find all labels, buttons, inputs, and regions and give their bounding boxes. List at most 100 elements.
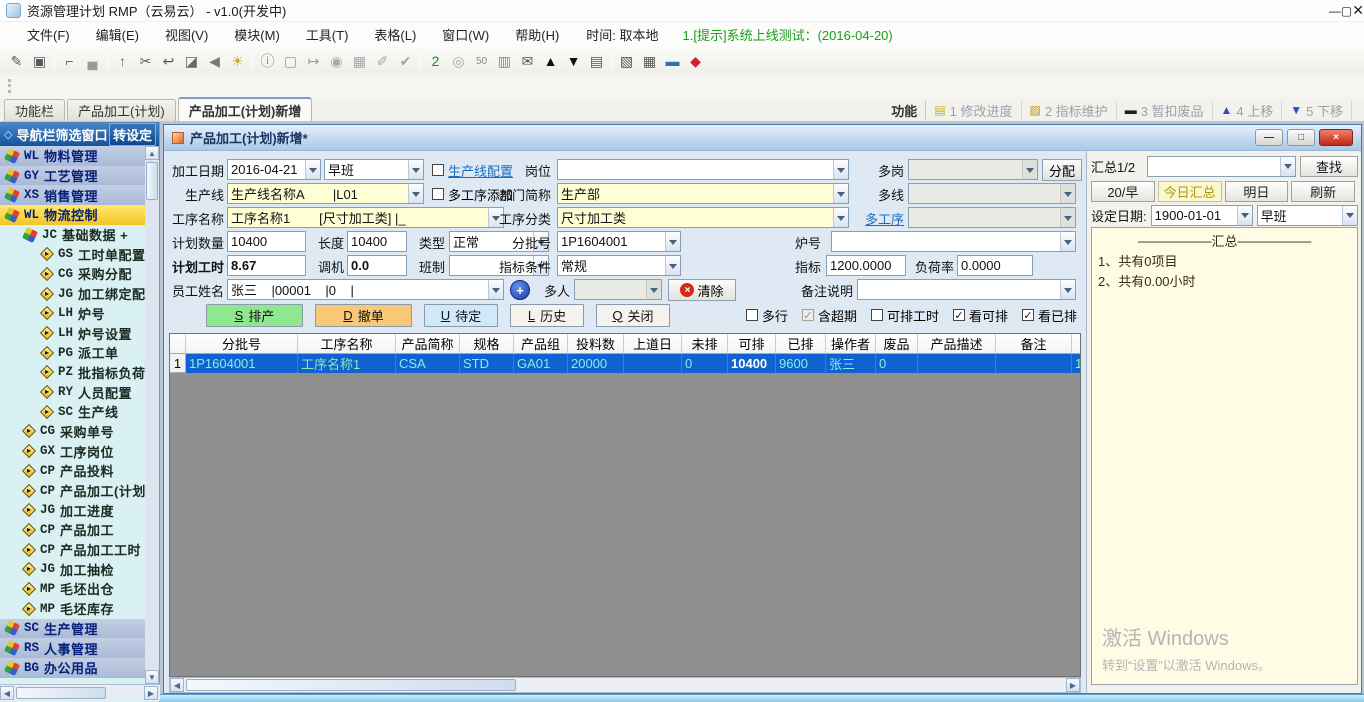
- batch-combo[interactable]: 1P1604001: [557, 231, 681, 252]
- minimize-button[interactable]: —: [1329, 4, 1341, 18]
- copy-icon[interactable]: ▧: [615, 50, 638, 72]
- scissors-icon[interactable]: ✂: [134, 50, 157, 72]
- antenna-icon[interactable]: ↑: [111, 50, 134, 72]
- column-header[interactable]: 可排: [728, 334, 776, 354]
- sidebar-item[interactable]: ▸MP毛坯出仓: [0, 579, 146, 599]
- checkbox-icon[interactable]: [871, 309, 883, 321]
- inner-minimize-button[interactable]: —: [1255, 129, 1283, 146]
- column-header[interactable]: 未排: [682, 334, 728, 354]
- option-checkbox[interactable]: ✓含超期: [802, 306, 857, 325]
- quick-button-1[interactable]: 今日汇总: [1158, 181, 1222, 202]
- column-header[interactable]: 分批号: [186, 334, 298, 354]
- sidebar-item[interactable]: SC生产管理: [0, 619, 146, 639]
- option-checkbox[interactable]: 多行: [746, 306, 788, 325]
- scroll-up-icon[interactable]: ▲: [145, 146, 159, 160]
- post-combo[interactable]: [557, 159, 849, 180]
- checkbox-icon[interactable]: [432, 188, 444, 200]
- sidebar-item[interactable]: ▸CG采购分配: [0, 264, 146, 284]
- checkbox-icon[interactable]: [746, 309, 758, 321]
- inner-window-titlebar[interactable]: 产品加工(计划)新增* — □ ×: [164, 125, 1361, 151]
- cancel-icon[interactable]: ◉: [325, 50, 348, 72]
- action-button-s[interactable]: S排产: [206, 304, 303, 327]
- sidebar-item[interactable]: ▸GX工序岗位: [0, 441, 146, 461]
- tab-0[interactable]: 功能栏: [4, 99, 65, 121]
- action-button-l[interactable]: L历史: [510, 304, 584, 327]
- set-date-combo[interactable]: 1900-01-01: [1151, 205, 1253, 226]
- sidebar-item[interactable]: XS销售管理: [0, 185, 146, 205]
- maximize-button[interactable]: ▢: [1341, 4, 1352, 18]
- sidebar-item[interactable]: ▸PG派工单: [0, 343, 146, 363]
- confirm-icon[interactable]: ✔: [394, 50, 417, 72]
- calendar-icon[interactable]: ▦: [638, 50, 661, 72]
- line-combo[interactable]: 生产线名称A |L01: [227, 183, 424, 204]
- menu-item[interactable]: 编辑(E): [83, 25, 152, 44]
- quick-button-2[interactable]: 明日: [1225, 181, 1289, 202]
- scrollbar-thumb[interactable]: [146, 162, 158, 200]
- qty-field[interactable]: 10400: [227, 231, 306, 252]
- sidebar-item[interactable]: ▸CP产品加工工时: [0, 540, 146, 560]
- fb-index-maintain[interactable]: ▧2 指标维护: [1022, 101, 1117, 120]
- quick-button-0[interactable]: 20/早: [1091, 181, 1155, 202]
- list-icon[interactable]: ▤: [585, 50, 608, 72]
- sidebar-item[interactable]: JC基础数据 +: [0, 225, 146, 245]
- sidebar-item[interactable]: ▸CP产品加工(计划): [0, 481, 146, 501]
- assign-button[interactable]: 分配: [1042, 159, 1082, 181]
- add-person-button[interactable]: +: [510, 280, 530, 300]
- sidebar-horizontal-scrollbar[interactable]: ◀ ▶: [0, 684, 160, 701]
- lock-icon[interactable]: ▣: [28, 50, 51, 72]
- process-date-combo[interactable]: 2016-04-21: [227, 159, 321, 180]
- stamp-icon[interactable]: ✎: [5, 50, 28, 72]
- menu-item[interactable]: 帮助(H): [502, 25, 572, 44]
- menu-item[interactable]: 模块(M): [221, 25, 293, 44]
- sidebar-item[interactable]: ▸CG采购单号: [0, 422, 146, 442]
- menu-item[interactable]: 窗口(W): [429, 25, 502, 44]
- sidebar-item[interactable]: ▸LH炉号设置: [0, 323, 146, 343]
- toolbar-drag-handle[interactable]: [8, 79, 11, 93]
- menu-item[interactable]: 工具(T): [293, 25, 362, 44]
- option-checkbox[interactable]: ✓看已排: [1022, 306, 1077, 325]
- column-header[interactable]: 产品组: [514, 334, 568, 354]
- process-combo[interactable]: 工序名称1 [尺寸加工类] |_: [227, 207, 504, 228]
- mail-icon[interactable]: ✉: [516, 50, 539, 72]
- refresh-2-icon[interactable]: 2: [424, 50, 447, 72]
- column-header[interactable]: 废品: [876, 334, 918, 354]
- new-doc-icon[interactable]: ▢: [279, 50, 302, 72]
- action-button-q[interactable]: Q关闭: [596, 304, 670, 327]
- hours-field[interactable]: 8.67: [227, 255, 306, 276]
- action-button-u[interactable]: U待定: [424, 304, 498, 327]
- quick-button-3[interactable]: 刷新: [1291, 181, 1355, 202]
- tune-field[interactable]: 0.0: [347, 255, 407, 276]
- checkbox-icon[interactable]: [432, 164, 444, 176]
- fb-move-down[interactable]: ▼5 下移: [1282, 101, 1352, 120]
- inner-close-button[interactable]: ×: [1319, 129, 1353, 146]
- column-header[interactable]: 产品简称: [396, 334, 460, 354]
- menu-item[interactable]: 表格(L): [361, 25, 429, 44]
- sidebar-item[interactable]: BG办公用品: [0, 658, 146, 678]
- scrollbar-thumb[interactable]: [16, 687, 106, 699]
- scroll-down-icon[interactable]: ▼: [145, 670, 159, 684]
- move-down-icon[interactable]: ▼: [562, 50, 585, 72]
- column-header[interactable]: 工序名称: [298, 334, 396, 354]
- clear-button[interactable]: × 清除: [668, 279, 736, 301]
- sidebar-item[interactable]: WL物料管理: [0, 146, 146, 166]
- column-header[interactable]: 产品描述: [918, 334, 996, 354]
- menu-item[interactable]: 文件(F): [14, 25, 83, 44]
- remark-combo[interactable]: [857, 279, 1076, 300]
- back-icon[interactable]: ◀: [203, 50, 226, 72]
- column-header[interactable]: 规格: [460, 334, 514, 354]
- sidebar-item[interactable]: WL物流控制: [0, 205, 146, 225]
- checkbox-icon[interactable]: ✓: [1022, 309, 1034, 321]
- column-header[interactable]: 财: [1072, 334, 1081, 354]
- find-button[interactable]: 查找: [1300, 156, 1358, 177]
- fb-move-up[interactable]: ▲4 上移: [1213, 101, 1283, 120]
- furnace-combo[interactable]: [831, 231, 1076, 252]
- multi-process-link[interactable]: 多工序: [854, 207, 904, 229]
- length-field[interactable]: 10400: [347, 231, 407, 252]
- dept-combo[interactable]: 生产部: [557, 183, 849, 204]
- sidebar-item[interactable]: RS人事管理: [0, 638, 146, 658]
- sidebar-item[interactable]: ▸CP产品投料: [0, 461, 146, 481]
- scroll-right-icon[interactable]: ▶: [144, 686, 158, 700]
- table-horizontal-scrollbar[interactable]: ◀ ▶: [169, 677, 1081, 693]
- close-button[interactable]: ✕: [1352, 2, 1364, 18]
- employee-combo[interactable]: 张三 |00001 |0 |: [227, 279, 504, 300]
